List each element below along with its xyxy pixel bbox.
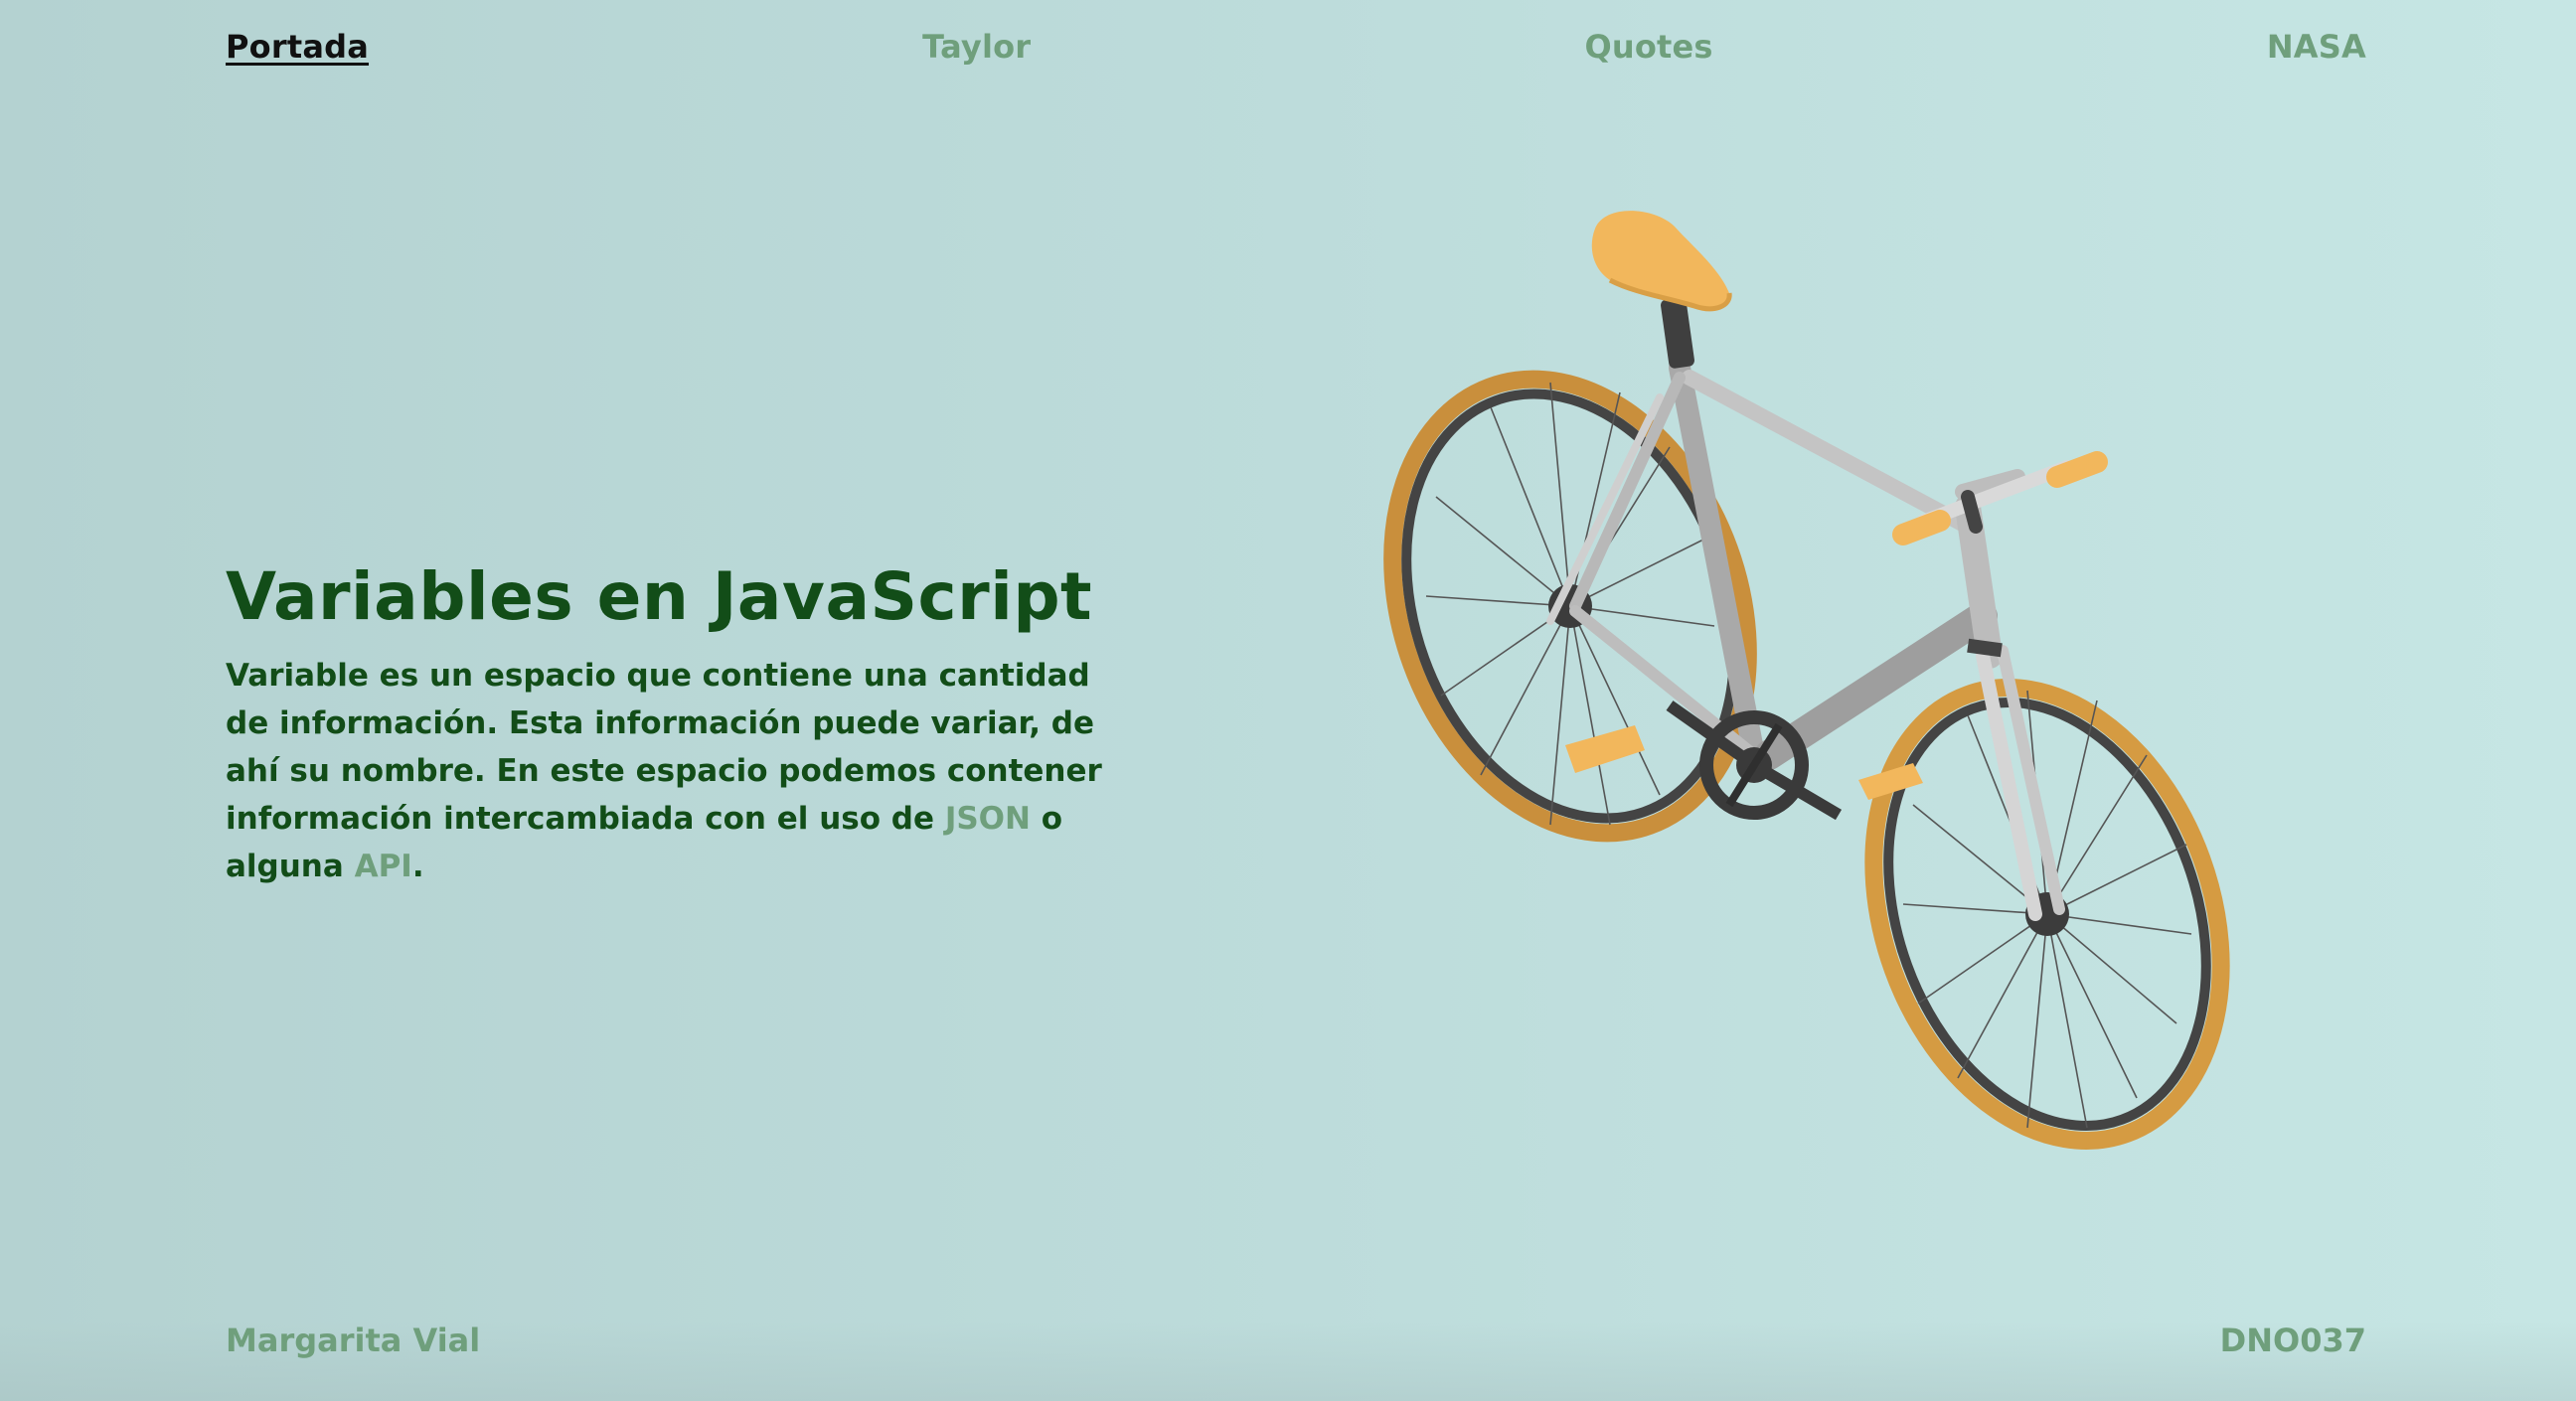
saddle <box>1591 211 1732 369</box>
bicycle-icon <box>1383 211 2230 1150</box>
api-link[interactable]: API <box>355 849 412 884</box>
top-navigation: Portada Taylor Quotes NASA <box>226 24 2366 70</box>
nav-link-portada[interactable]: Portada <box>226 28 369 66</box>
hero-description: Variable es un espacio que contiene una … <box>226 652 1120 890</box>
footer-code: DNO037 <box>2219 1322 2366 1359</box>
handlebar <box>1892 451 2108 545</box>
nav-link-quotes[interactable]: Quotes <box>1584 28 1712 66</box>
nav-link-nasa[interactable]: NASA <box>2267 28 2366 66</box>
description-text-end: . <box>411 849 424 884</box>
hero-section: Variables en JavaScript Variable es un e… <box>226 556 1120 890</box>
footer-author: Margarita Vial <box>226 1322 481 1359</box>
nav-link-taylor[interactable]: Taylor <box>922 28 1031 66</box>
page-title: Variables en JavaScript <box>226 558 1093 635</box>
json-link[interactable]: JSON <box>945 801 1031 837</box>
